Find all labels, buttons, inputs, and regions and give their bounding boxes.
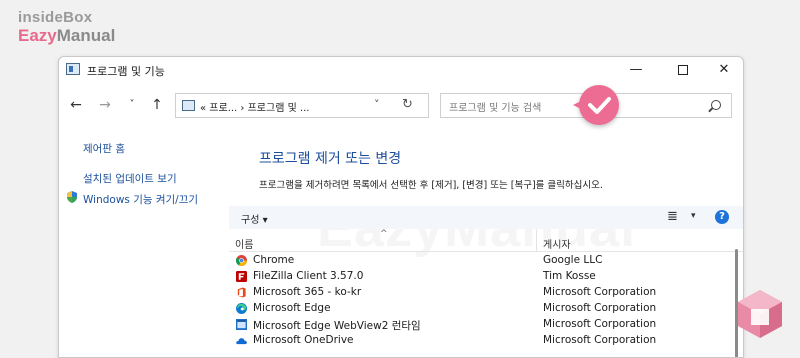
- table-row[interactable]: Microsoft OneDrive Microsoft Corporation: [229, 333, 729, 349]
- column-divider[interactable]: [536, 229, 537, 251]
- uac-shield-icon: [67, 191, 77, 203]
- program-name: Microsoft OneDrive: [253, 334, 354, 346]
- program-publisher: Microsoft Corporation: [543, 302, 657, 314]
- site-logo: insideBox EazyManual: [18, 10, 115, 44]
- column-header-name[interactable]: 이름: [235, 236, 253, 251]
- logo-line2-a: Eazy: [18, 26, 57, 45]
- webview2-icon: [236, 319, 247, 330]
- navigation-bar: ← → ˅ ↑ « 프로... › 프로그램 및 ... ˅ ↻ 프로그램 및 …: [59, 93, 743, 119]
- program-name: Microsoft Edge: [253, 302, 331, 314]
- address-path[interactable]: « 프로... › 프로그램 및 ...: [200, 99, 309, 114]
- control-panel-icon: [182, 100, 195, 111]
- cube-logo-icon: [738, 290, 782, 338]
- close-button[interactable]: ✕: [704, 57, 743, 83]
- refresh-button[interactable]: ↻: [402, 97, 413, 112]
- minimize-button[interactable]: —: [616, 57, 656, 83]
- maximize-icon: [678, 64, 688, 75]
- recent-locations-button[interactable]: ˅: [123, 95, 141, 115]
- program-publisher: Microsoft Corporation: [543, 334, 657, 346]
- back-button[interactable]: ←: [67, 95, 85, 115]
- page-title: 프로그램 제거 또는 변경: [259, 151, 402, 167]
- program-name: FileZilla Client 3.57.0: [253, 270, 364, 282]
- chrome-icon: [236, 255, 247, 266]
- program-publisher: Microsoft Corporation: [543, 318, 657, 330]
- view-options-button[interactable]: ≣: [667, 209, 678, 224]
- column-header-row: 이름 ^ 게시자: [229, 229, 743, 252]
- table-row[interactable]: Chrome Google LLC: [229, 253, 729, 269]
- program-publisher: Microsoft Corporation: [543, 286, 657, 298]
- search-icon[interactable]: [711, 100, 721, 110]
- help-button[interactable]: ?: [715, 210, 729, 224]
- program-publisher: Tim Kosse: [543, 270, 596, 282]
- sidebar-item-view-updates[interactable]: 설치된 업데이트 보기: [83, 171, 177, 186]
- logo-line2-b: Manual: [56, 26, 116, 45]
- view-dropdown-button[interactable]: ▾: [691, 211, 696, 221]
- organize-button[interactable]: 구성 ▾: [241, 211, 268, 226]
- maximize-button[interactable]: [663, 57, 703, 83]
- edge-icon: [236, 303, 247, 314]
- table-row[interactable]: Microsoft Edge Microsoft Corporation: [229, 301, 729, 317]
- column-header-publisher[interactable]: 게시자: [543, 236, 571, 251]
- up-button[interactable]: ↑: [148, 95, 166, 115]
- title-bar: 프로그램 및 기능 — ✕: [59, 57, 743, 83]
- office-icon: [237, 287, 246, 298]
- program-name: Microsoft Edge WebView2 런타임: [253, 320, 421, 332]
- window-title: 프로그램 및 기능: [87, 65, 165, 78]
- sidebar-item-windows-features[interactable]: Windows 기능 켜기/끄기: [83, 192, 198, 207]
- program-name: Microsoft 365 - ko-kr: [253, 286, 362, 298]
- table-row[interactable]: Microsoft 365 - ko-kr Microsoft Corporat…: [229, 285, 729, 301]
- program-name: Chrome: [253, 254, 295, 266]
- programs-and-features-window: EazyManual 프로그램 및 기능 — ✕ ← → ˅ ↑ « 프로...…: [58, 56, 744, 358]
- program-publisher: Google LLC: [543, 254, 603, 266]
- search-input[interactable]: 프로그램 및 기능 검색: [449, 99, 541, 114]
- control-panel-icon: [66, 63, 80, 75]
- checkmark-icon: [588, 97, 611, 114]
- sidebar-item-control-panel-home[interactable]: 제어판 홈: [83, 141, 125, 156]
- table-row[interactable]: Microsoft Edge WebView2 런타임 Microsoft Co…: [229, 317, 729, 333]
- check-badge-icon: [573, 85, 619, 125]
- address-dropdown-button[interactable]: ˅: [374, 98, 380, 111]
- badge-pointer: [573, 101, 581, 109]
- table-row[interactable]: FileZilla Client 3.57.0 Tim Kosse: [229, 269, 729, 285]
- page-description: 프로그램을 제거하려면 목록에서 선택한 후 [제거], [변경] 또는 [복구…: [259, 180, 603, 191]
- logo-line2: EazyManual: [18, 27, 115, 44]
- filezilla-icon: [236, 271, 247, 282]
- address-bar[interactable]: « 프로... › 프로그램 및 ... ˅ ↻: [175, 93, 429, 118]
- logo-line1: insideBox: [18, 9, 93, 26]
- sort-ascending-icon: ^: [380, 229, 388, 239]
- forward-button[interactable]: →: [96, 95, 114, 115]
- onedrive-icon: [236, 338, 247, 345]
- command-toolbar: 구성 ▾ ≣ ▾ ?: [229, 206, 743, 229]
